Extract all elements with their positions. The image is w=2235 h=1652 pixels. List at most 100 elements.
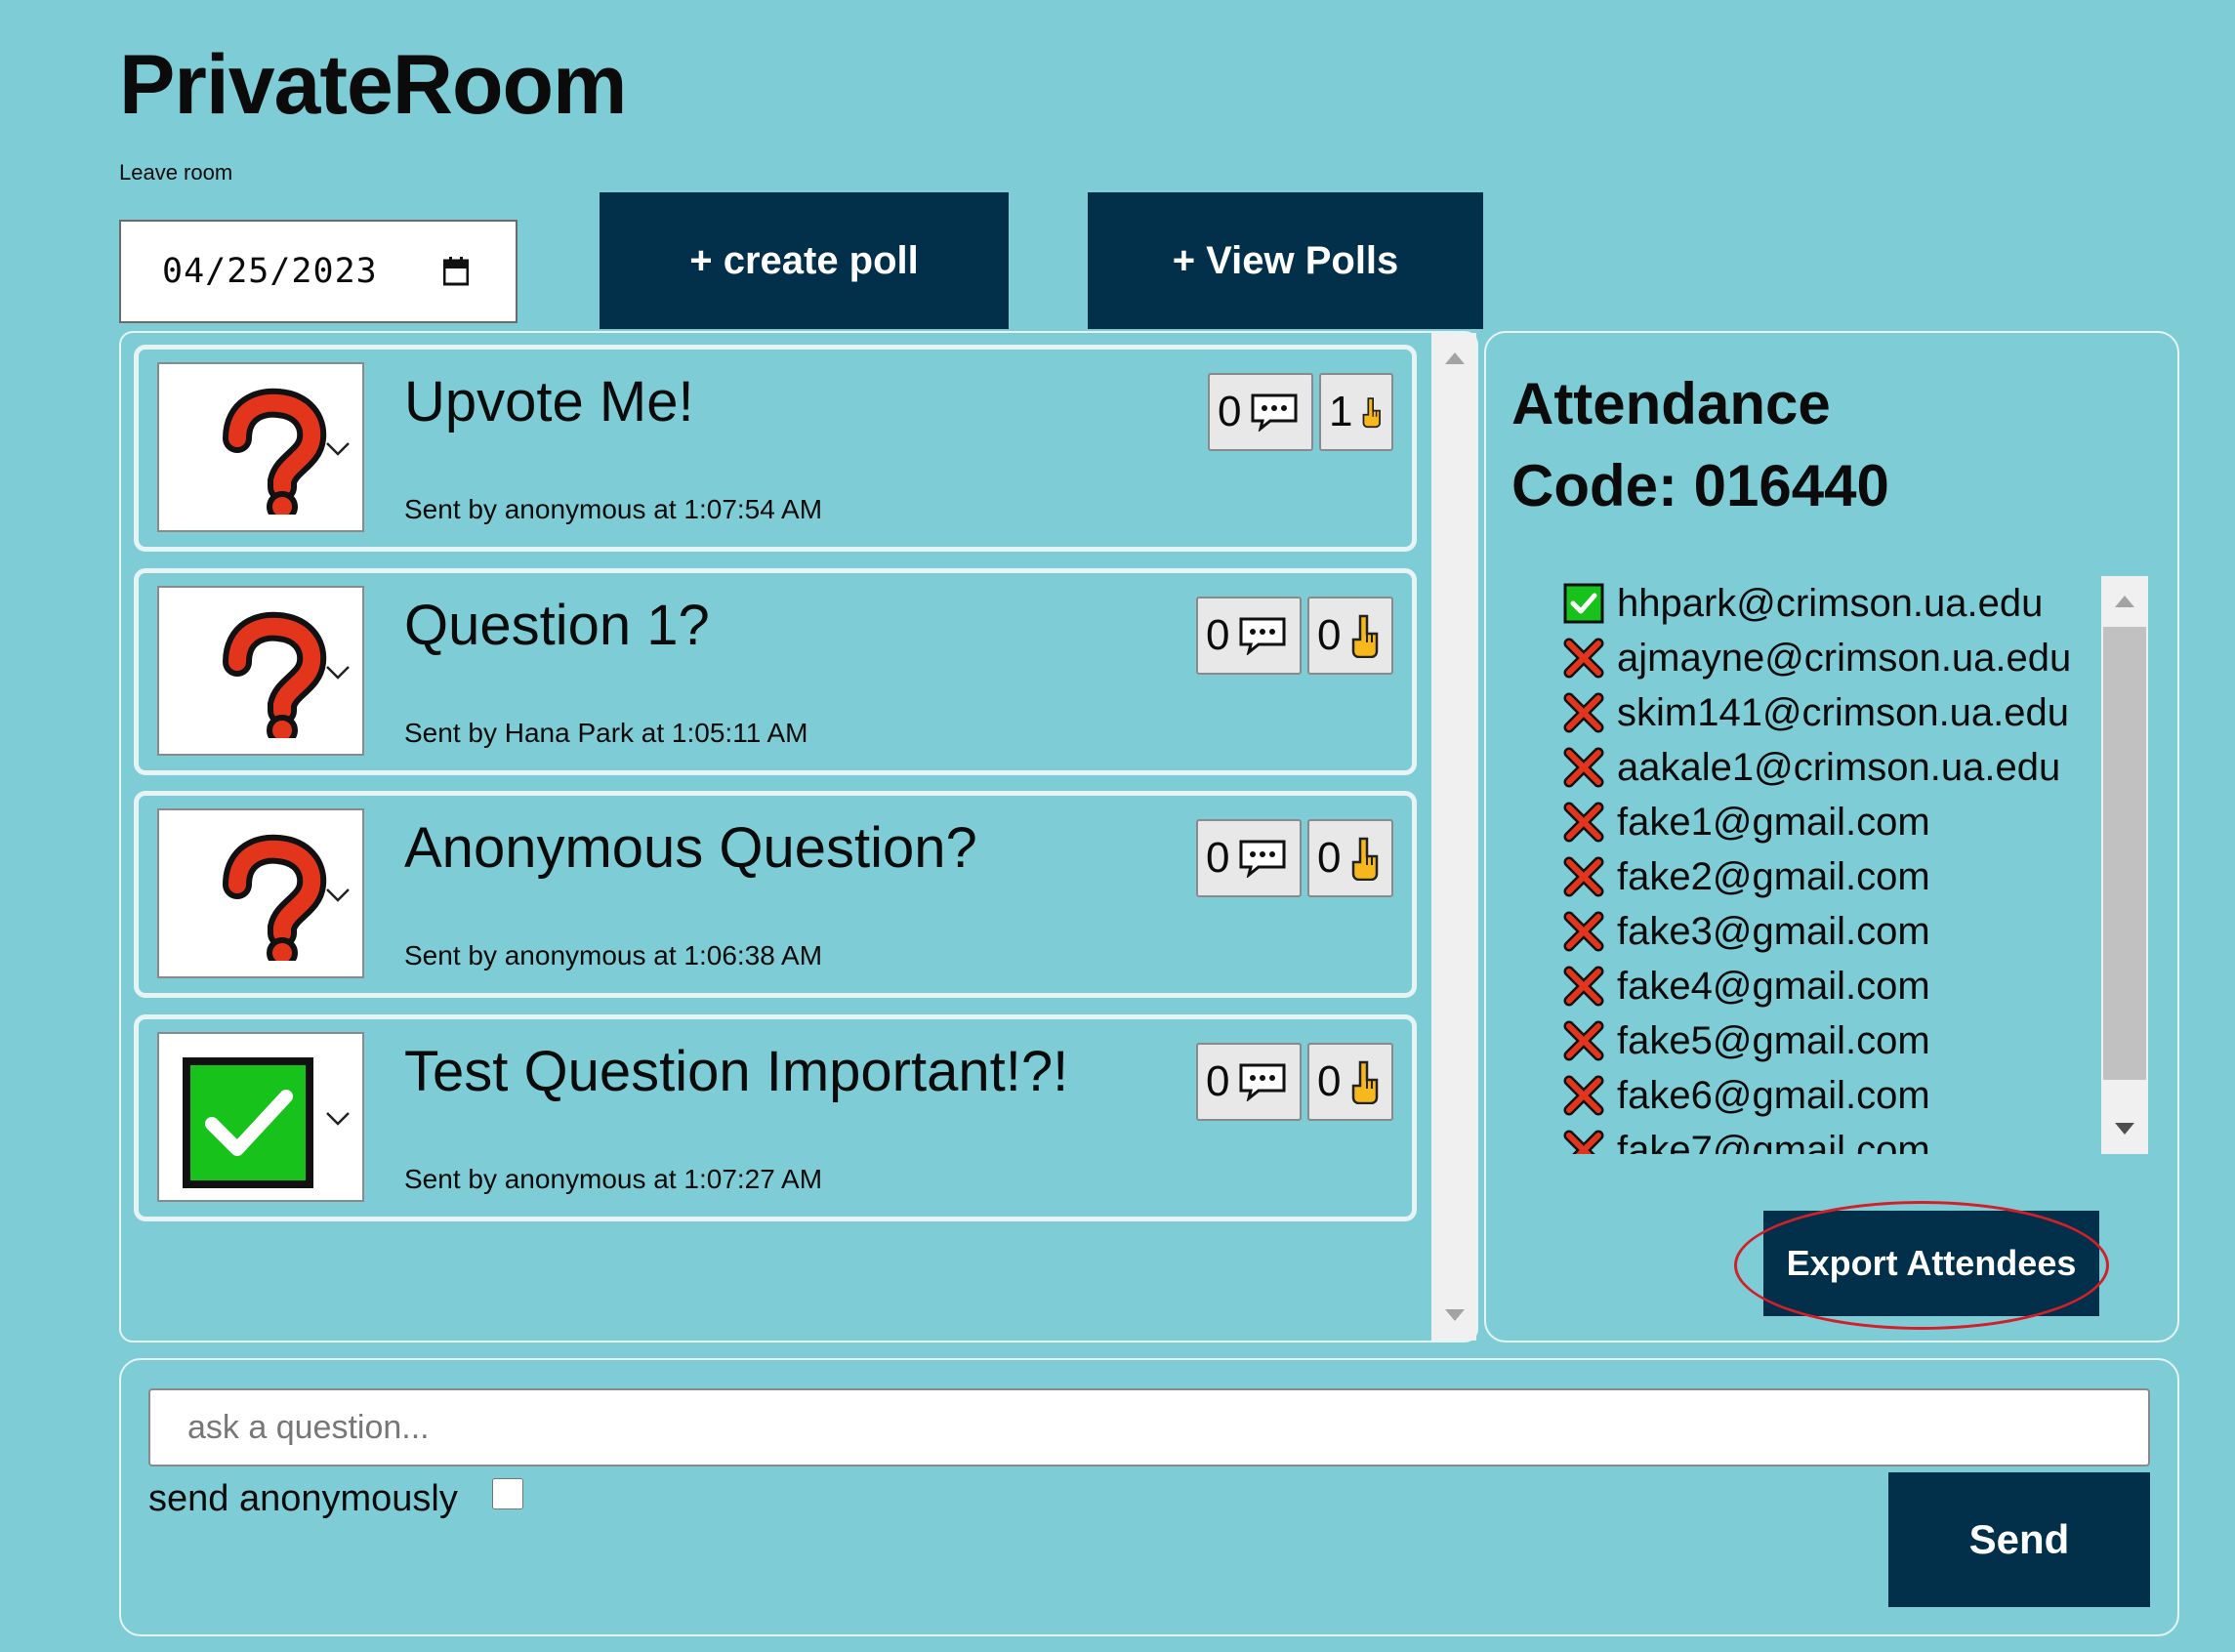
chevron-down-icon	[326, 888, 350, 902]
question-meta: Sent by anonymous at 1:07:54 AM	[404, 494, 823, 524]
question-mark-icon	[223, 611, 327, 738]
question-text: Question 1?	[404, 594, 710, 657]
question-status-dropdown[interactable]	[157, 362, 364, 532]
pointing-finger-icon	[1352, 837, 1379, 881]
attendee-row: fake5@gmail.com	[1562, 1013, 2109, 1068]
export-attendees-button[interactable]: Export Attendees	[1763, 1211, 2099, 1316]
question-card: Question 1? Sent by Hana Park at 1:05:11…	[134, 568, 1417, 775]
send-anonymously-checkbox[interactable]	[492, 1478, 523, 1509]
speech-bubble-icon	[1239, 1063, 1286, 1101]
attendee-email: hhpark@crimson.ua.edu	[1617, 581, 2044, 625]
attendee-email: fake4@gmail.com	[1617, 964, 1930, 1008]
question-status-dropdown[interactable]	[157, 808, 364, 978]
question-meta: Sent by anonymous at 1:07:27 AM	[404, 1164, 823, 1194]
calendar-icon[interactable]	[443, 257, 469, 286]
attendee-scrollbar[interactable]	[2101, 576, 2148, 1154]
question-text: Upvote Me!	[404, 370, 694, 434]
cross-mark-icon	[1562, 691, 1605, 734]
chevron-down-icon	[326, 1112, 350, 1126]
attendee-email: aakale1@crimson.ua.edu	[1617, 745, 2061, 789]
cross-mark-icon	[1562, 965, 1605, 1008]
question-meta: Sent by Hana Park at 1:05:11 AM	[404, 718, 808, 748]
attendee-email: fake2@gmail.com	[1617, 854, 1930, 898]
comment-count-button[interactable]: 0	[1196, 1043, 1302, 1121]
attendee-email: fake6@gmail.com	[1617, 1073, 1930, 1117]
upvote-button[interactable]: 0	[1307, 1043, 1393, 1121]
scroll-up-arrow-icon[interactable]	[1445, 352, 1465, 364]
cross-mark-icon	[1562, 746, 1605, 789]
attendee-row: fake6@gmail.com	[1562, 1068, 2109, 1123]
speech-bubble-icon	[1239, 840, 1286, 878]
question-card: Upvote Me! Sent by anonymous at 1:07:54 …	[134, 345, 1417, 552]
attendee-email: skim141@crimson.ua.edu	[1617, 690, 2070, 734]
checkmark-icon	[183, 1057, 313, 1188]
attendee-row: fake2@gmail.com	[1562, 849, 2109, 904]
cross-mark-icon	[1562, 1019, 1605, 1062]
send-anonymously-label: send anonymously	[148, 1478, 458, 1519]
check-box-icon	[1562, 582, 1605, 625]
pointing-finger-icon	[1352, 1060, 1379, 1104]
comment-count-button[interactable]: 0	[1208, 373, 1313, 451]
attendee-row: fake1@gmail.com	[1562, 795, 2109, 849]
chevron-down-icon	[326, 666, 350, 680]
attendee-row: fake3@gmail.com	[1562, 904, 2109, 959]
question-text: Test Question Important!?!	[404, 1040, 1069, 1103]
scrollbar-thumb[interactable]	[2103, 627, 2146, 1080]
attendee-list[interactable]: hhpark@crimson.ua.edu ajmayne@crimson.ua.…	[1562, 576, 2148, 1154]
attendee-email: ajmayne@crimson.ua.edu	[1617, 636, 2072, 680]
comment-count: 0	[1218, 388, 1242, 435]
date-value: 04/25/2023	[162, 252, 378, 291]
attendee-email: fake7@gmail.com	[1617, 1128, 1930, 1155]
question-text: Anonymous Question?	[404, 816, 977, 880]
date-picker-input[interactable]: 04/25/2023	[119, 220, 517, 323]
question-status-dropdown[interactable]	[157, 1032, 364, 1202]
cross-mark-icon	[1562, 910, 1605, 953]
cross-mark-icon	[1562, 801, 1605, 844]
cross-mark-icon	[1562, 1074, 1605, 1117]
upvote-button[interactable]: 1	[1319, 373, 1393, 451]
create-poll-button[interactable]: + create poll	[600, 192, 1009, 329]
comment-count-button[interactable]: 0	[1196, 597, 1302, 675]
speech-bubble-icon	[1251, 393, 1298, 432]
upvote-button[interactable]: 0	[1307, 819, 1393, 897]
question-meta: Sent by anonymous at 1:06:38 AM	[404, 940, 823, 971]
view-polls-button[interactable]: + View Polls	[1088, 192, 1483, 329]
question-input[interactable]	[148, 1388, 2150, 1466]
attendee-row: fake4@gmail.com	[1562, 959, 2109, 1013]
questions-scrollbar[interactable]	[1431, 333, 1476, 1341]
question-status-dropdown[interactable]	[157, 586, 364, 756]
comment-count: 0	[1206, 1057, 1230, 1105]
leave-room-link[interactable]: Leave room	[119, 160, 232, 186]
attendee-row: hhpark@crimson.ua.edu	[1562, 576, 2109, 631]
question-mark-icon	[223, 388, 327, 515]
attendance-title: Attendance	[1511, 371, 1831, 436]
upvote-button[interactable]: 0	[1307, 597, 1393, 675]
comment-count-button[interactable]: 0	[1196, 819, 1302, 897]
scroll-down-arrow-icon[interactable]	[2115, 1123, 2134, 1135]
scroll-down-arrow-icon[interactable]	[1445, 1309, 1465, 1321]
attendance-heading: Attendance Code: 016440	[1511, 363, 1889, 527]
speech-bubble-icon	[1239, 617, 1286, 655]
attendee-row: skim141@crimson.ua.edu	[1562, 685, 2109, 740]
pointing-finger-icon	[1363, 397, 1382, 429]
cross-mark-icon	[1562, 1129, 1605, 1154]
upvote-count: 0	[1317, 611, 1342, 659]
comment-count: 0	[1206, 611, 1230, 659]
attendee-email: fake1@gmail.com	[1617, 800, 1930, 844]
attendee-row: aakale1@crimson.ua.edu	[1562, 740, 2109, 795]
attendee-row: ajmayne@crimson.ua.edu	[1562, 631, 2109, 685]
upvote-count: 1	[1329, 388, 1353, 435]
send-button[interactable]: Send	[1888, 1472, 2150, 1607]
upvote-count: 0	[1317, 1057, 1342, 1105]
scroll-up-arrow-icon[interactable]	[2115, 596, 2134, 607]
page-title: PrivateRoom	[119, 38, 627, 132]
attendee-row: fake7@gmail.com	[1562, 1123, 2109, 1154]
comment-count: 0	[1206, 834, 1230, 882]
cross-mark-icon	[1562, 855, 1605, 898]
upvote-count: 0	[1317, 834, 1342, 882]
question-card: Test Question Important!?! Sent by anony…	[134, 1014, 1417, 1221]
chevron-down-icon	[326, 442, 350, 456]
question-mark-icon	[223, 834, 327, 961]
attendee-email: fake3@gmail.com	[1617, 909, 1930, 953]
question-card: Anonymous Question? Sent by anonymous at…	[134, 791, 1417, 998]
